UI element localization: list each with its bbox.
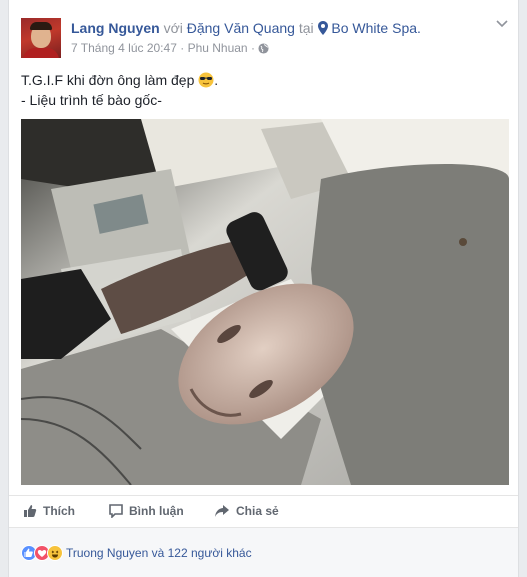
post-photo[interactable] bbox=[21, 119, 509, 485]
post-actions-bar: Thích Bình luận Chia sẻ bbox=[9, 495, 518, 527]
post-meta: 7 Tháng 4 lúc 20:47 · Phu Nhuan · bbox=[71, 41, 269, 55]
feed-post: Lang Nguyen với Đặng Văn Quang tại Bo Wh… bbox=[8, 0, 519, 577]
comment-label: Bình luận bbox=[129, 504, 184, 518]
comment-button[interactable]: Bình luận bbox=[109, 504, 184, 518]
share-label: Chia sẻ bbox=[236, 504, 279, 518]
post-text-line-2: - Liệu trình tế bào gốc- bbox=[21, 92, 162, 108]
thumbs-up-icon bbox=[24, 505, 37, 517]
like-label: Thích bbox=[43, 504, 75, 518]
comment-icon bbox=[109, 504, 123, 518]
sunglasses-emoji-icon bbox=[198, 72, 214, 88]
meta-separator-2: · bbox=[250, 41, 255, 55]
place-link[interactable]: Bo White Spa. bbox=[317, 20, 421, 36]
share-icon bbox=[215, 505, 229, 517]
post-title-line: Lang Nguyen với Đặng Văn Quang tại Bo Wh… bbox=[71, 20, 421, 36]
reactions-summary[interactable]: Truong Nguyen và 122 người khác bbox=[66, 546, 252, 560]
haha-icon bbox=[47, 544, 63, 561]
chevron-down-icon[interactable] bbox=[496, 20, 508, 28]
author-name[interactable]: Lang Nguyen bbox=[71, 20, 160, 36]
reactions-bar: Truong Nguyen và 122 người khác bbox=[9, 527, 518, 577]
post-text-line-1: T.G.I.F khi đờn ông làm đẹp bbox=[21, 72, 195, 88]
post-text: T.G.I.F khi đờn ông làm đẹp . - Liệu trì… bbox=[21, 70, 218, 110]
like-button[interactable]: Thích bbox=[23, 504, 75, 518]
post-header: Lang Nguyen với Đặng Văn Quang tại Bo Wh… bbox=[9, 0, 518, 60]
reaction-icons[interactable] bbox=[21, 544, 63, 561]
place-name: Bo White Spa. bbox=[331, 20, 421, 36]
globe-icon[interactable] bbox=[258, 43, 269, 54]
location-pin-icon bbox=[317, 21, 328, 35]
meta-separator: · bbox=[180, 41, 185, 55]
post-location[interactable]: Phu Nhuan bbox=[188, 41, 248, 55]
share-button[interactable]: Chia sẻ bbox=[214, 504, 279, 518]
avatar[interactable] bbox=[21, 18, 61, 58]
spa-photo-image bbox=[21, 119, 509, 485]
post-text-line-1-end: . bbox=[214, 72, 219, 88]
tagged-person[interactable]: Đặng Văn Quang bbox=[187, 20, 295, 36]
with-word: với bbox=[163, 20, 183, 36]
post-timestamp[interactable]: 7 Tháng 4 lúc 20:47 bbox=[71, 41, 177, 55]
at-word: tại bbox=[298, 20, 314, 36]
